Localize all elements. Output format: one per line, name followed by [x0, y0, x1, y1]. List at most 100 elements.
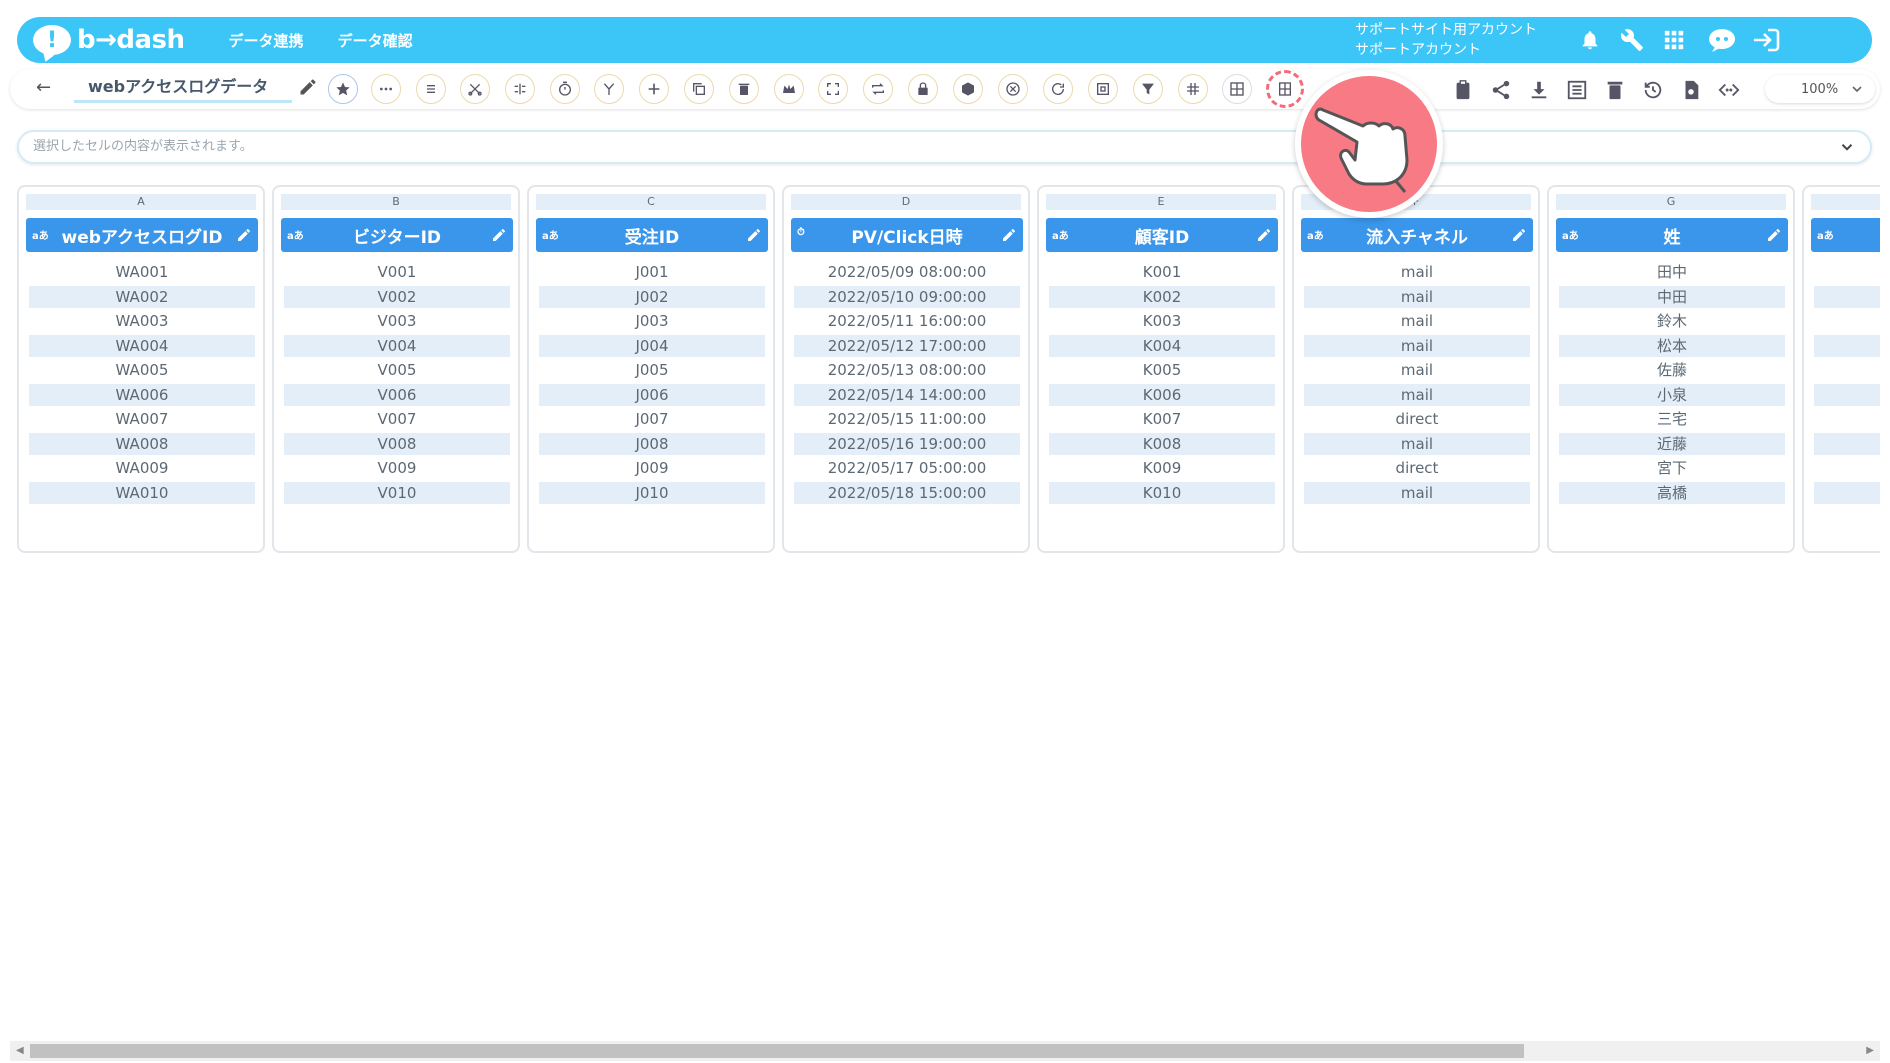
table-cell[interactable]	[1814, 408, 1880, 430]
merge-columns-icon[interactable]	[505, 74, 535, 104]
zoom-select[interactable]: 100%	[1765, 75, 1875, 103]
table-cell[interactable]: K007	[1049, 408, 1275, 430]
table-cell[interactable]: mail	[1304, 481, 1530, 504]
table-cell[interactable]: 2022/05/13 08:00:00	[794, 359, 1020, 381]
branch-icon[interactable]	[594, 74, 624, 104]
edit-column-pencil-icon[interactable]	[491, 227, 507, 248]
table-cell[interactable]: mail	[1304, 285, 1530, 308]
table-cell[interactable]	[1814, 432, 1880, 455]
table-cell[interactable]: direct	[1304, 408, 1530, 430]
table-cell[interactable]: V001	[284, 261, 510, 283]
column-header[interactable]: aあ 顧客ID	[1046, 218, 1278, 252]
table-cell[interactable]	[1814, 383, 1880, 406]
table-cell[interactable]: direct	[1304, 457, 1530, 479]
table-cell[interactable]: 2022/05/17 05:00:00	[794, 457, 1020, 479]
table-cell[interactable]: 2022/05/10 09:00:00	[794, 285, 1020, 308]
table-cell[interactable]: J010	[539, 481, 765, 504]
hash-grid-icon[interactable]	[1178, 74, 1208, 104]
table-cell[interactable]: mail	[1304, 359, 1530, 381]
table-cell[interactable]: J007	[539, 408, 765, 430]
download-icon[interactable]	[1526, 77, 1552, 103]
edit-column-pencil-icon[interactable]	[1766, 227, 1782, 248]
repeat-icon[interactable]	[863, 74, 893, 104]
frame-icon[interactable]	[1088, 74, 1118, 104]
table-cell[interactable]: mail	[1304, 383, 1530, 406]
table-cell[interactable]	[1814, 359, 1880, 381]
table-cell[interactable]: J004	[539, 334, 765, 357]
edit-column-pencil-icon[interactable]	[236, 227, 252, 248]
table-cell[interactable]: 小泉	[1559, 383, 1785, 406]
nav-data-integration[interactable]: データ連携	[229, 30, 304, 51]
share-icon[interactable]	[1488, 77, 1514, 103]
table-cell[interactable]	[1814, 261, 1880, 283]
table-cell[interactable]: K002	[1049, 285, 1275, 308]
tools-scissors-icon[interactable]	[460, 74, 490, 104]
table-cell[interactable]: mail	[1304, 261, 1530, 283]
edit-column-pencil-icon[interactable]	[1001, 227, 1017, 248]
filter-icon[interactable]	[1133, 74, 1163, 104]
crown-icon[interactable]	[774, 74, 804, 104]
column-letter[interactable]: D	[791, 194, 1021, 210]
table-cell[interactable]: J006	[539, 383, 765, 406]
table-cell[interactable]: J002	[539, 285, 765, 308]
table-cell[interactable]	[1814, 481, 1880, 504]
scrollbar-thumb[interactable]	[30, 1044, 1524, 1058]
split-columns-icon[interactable]	[1266, 70, 1304, 108]
delete-trash-icon[interactable]	[729, 74, 759, 104]
table-cell[interactable]: 2022/05/15 11:00:00	[794, 408, 1020, 430]
timer-icon[interactable]	[550, 74, 580, 104]
table-cell[interactable]: V006	[284, 383, 510, 406]
chevron-down-icon[interactable]	[1838, 138, 1856, 156]
clipboard-icon[interactable]	[1450, 77, 1476, 103]
table-cell[interactable]: J005	[539, 359, 765, 381]
table-cell[interactable]: K003	[1049, 310, 1275, 332]
table-cell[interactable]: mail	[1304, 334, 1530, 357]
table-cell[interactable]: 佐藤	[1559, 359, 1785, 381]
table-cell[interactable]: 三宅	[1559, 408, 1785, 430]
table-cell[interactable]: 2022/05/14 14:00:00	[794, 383, 1020, 406]
refresh-icon[interactable]	[1043, 74, 1073, 104]
table-cell[interactable]: 2022/05/09 08:00:00	[794, 261, 1020, 283]
horizontal-scrollbar[interactable]: ◀ ▶	[10, 1041, 1880, 1061]
column-header[interactable]: aあ ビジターID	[281, 218, 513, 252]
column-header[interactable]: aあ 流入チャネル	[1301, 218, 1533, 252]
edit-title-pencil-icon[interactable]	[298, 77, 318, 101]
column-letter[interactable]: B	[281, 194, 511, 210]
grid-apps-icon[interactable]	[1657, 23, 1691, 57]
package-icon[interactable]	[953, 74, 983, 104]
scroll-right-arrow-icon[interactable]: ▶	[1866, 1045, 1874, 1056]
table-cell[interactable]: J001	[539, 261, 765, 283]
nav-data-check[interactable]: データ確認	[338, 30, 413, 51]
text-lines-icon[interactable]	[416, 74, 446, 104]
table-cell[interactable]: WA004	[29, 334, 255, 357]
column-letter[interactable]: A	[26, 194, 256, 210]
table-cell[interactable]: mail	[1304, 310, 1530, 332]
table-cell[interactable]: 2022/05/11 16:00:00	[794, 310, 1020, 332]
table-cell[interactable]: 松本	[1559, 334, 1785, 357]
table-cell[interactable]: WA005	[29, 359, 255, 381]
document-search-icon[interactable]	[1678, 77, 1704, 103]
table-cell[interactable]: J009	[539, 457, 765, 479]
expand-icon[interactable]	[818, 74, 848, 104]
table-cell[interactable]: WA001	[29, 261, 255, 283]
table-cell[interactable]: 鈴木	[1559, 310, 1785, 332]
code-icon[interactable]	[1716, 77, 1742, 103]
table-cell[interactable]: K006	[1049, 383, 1275, 406]
table-cell[interactable]: V010	[284, 481, 510, 504]
table-cell[interactable]: 宮下	[1559, 457, 1785, 479]
column-letter[interactable]: E	[1046, 194, 1276, 210]
table-cell[interactable]: V007	[284, 408, 510, 430]
edit-column-pencil-icon[interactable]	[1256, 227, 1272, 248]
table-cell[interactable]: 田中	[1559, 261, 1785, 283]
favorite-star-icon[interactable]	[328, 74, 358, 104]
column-header[interactable]: aあ webアクセスログID	[26, 218, 258, 252]
bell-icon[interactable]	[1573, 23, 1607, 57]
table-cell[interactable]: V003	[284, 310, 510, 332]
table-grid-icon[interactable]	[1222, 74, 1252, 104]
wrench-icon[interactable]	[1615, 23, 1649, 57]
table-cell[interactable]: K005	[1049, 359, 1275, 381]
table-cell[interactable]: WA003	[29, 310, 255, 332]
column-header[interactable]: aあ 姓	[1556, 218, 1788, 252]
column-header[interactable]: aあ 受注ID	[536, 218, 768, 252]
table-cell[interactable]: 近藤	[1559, 432, 1785, 455]
